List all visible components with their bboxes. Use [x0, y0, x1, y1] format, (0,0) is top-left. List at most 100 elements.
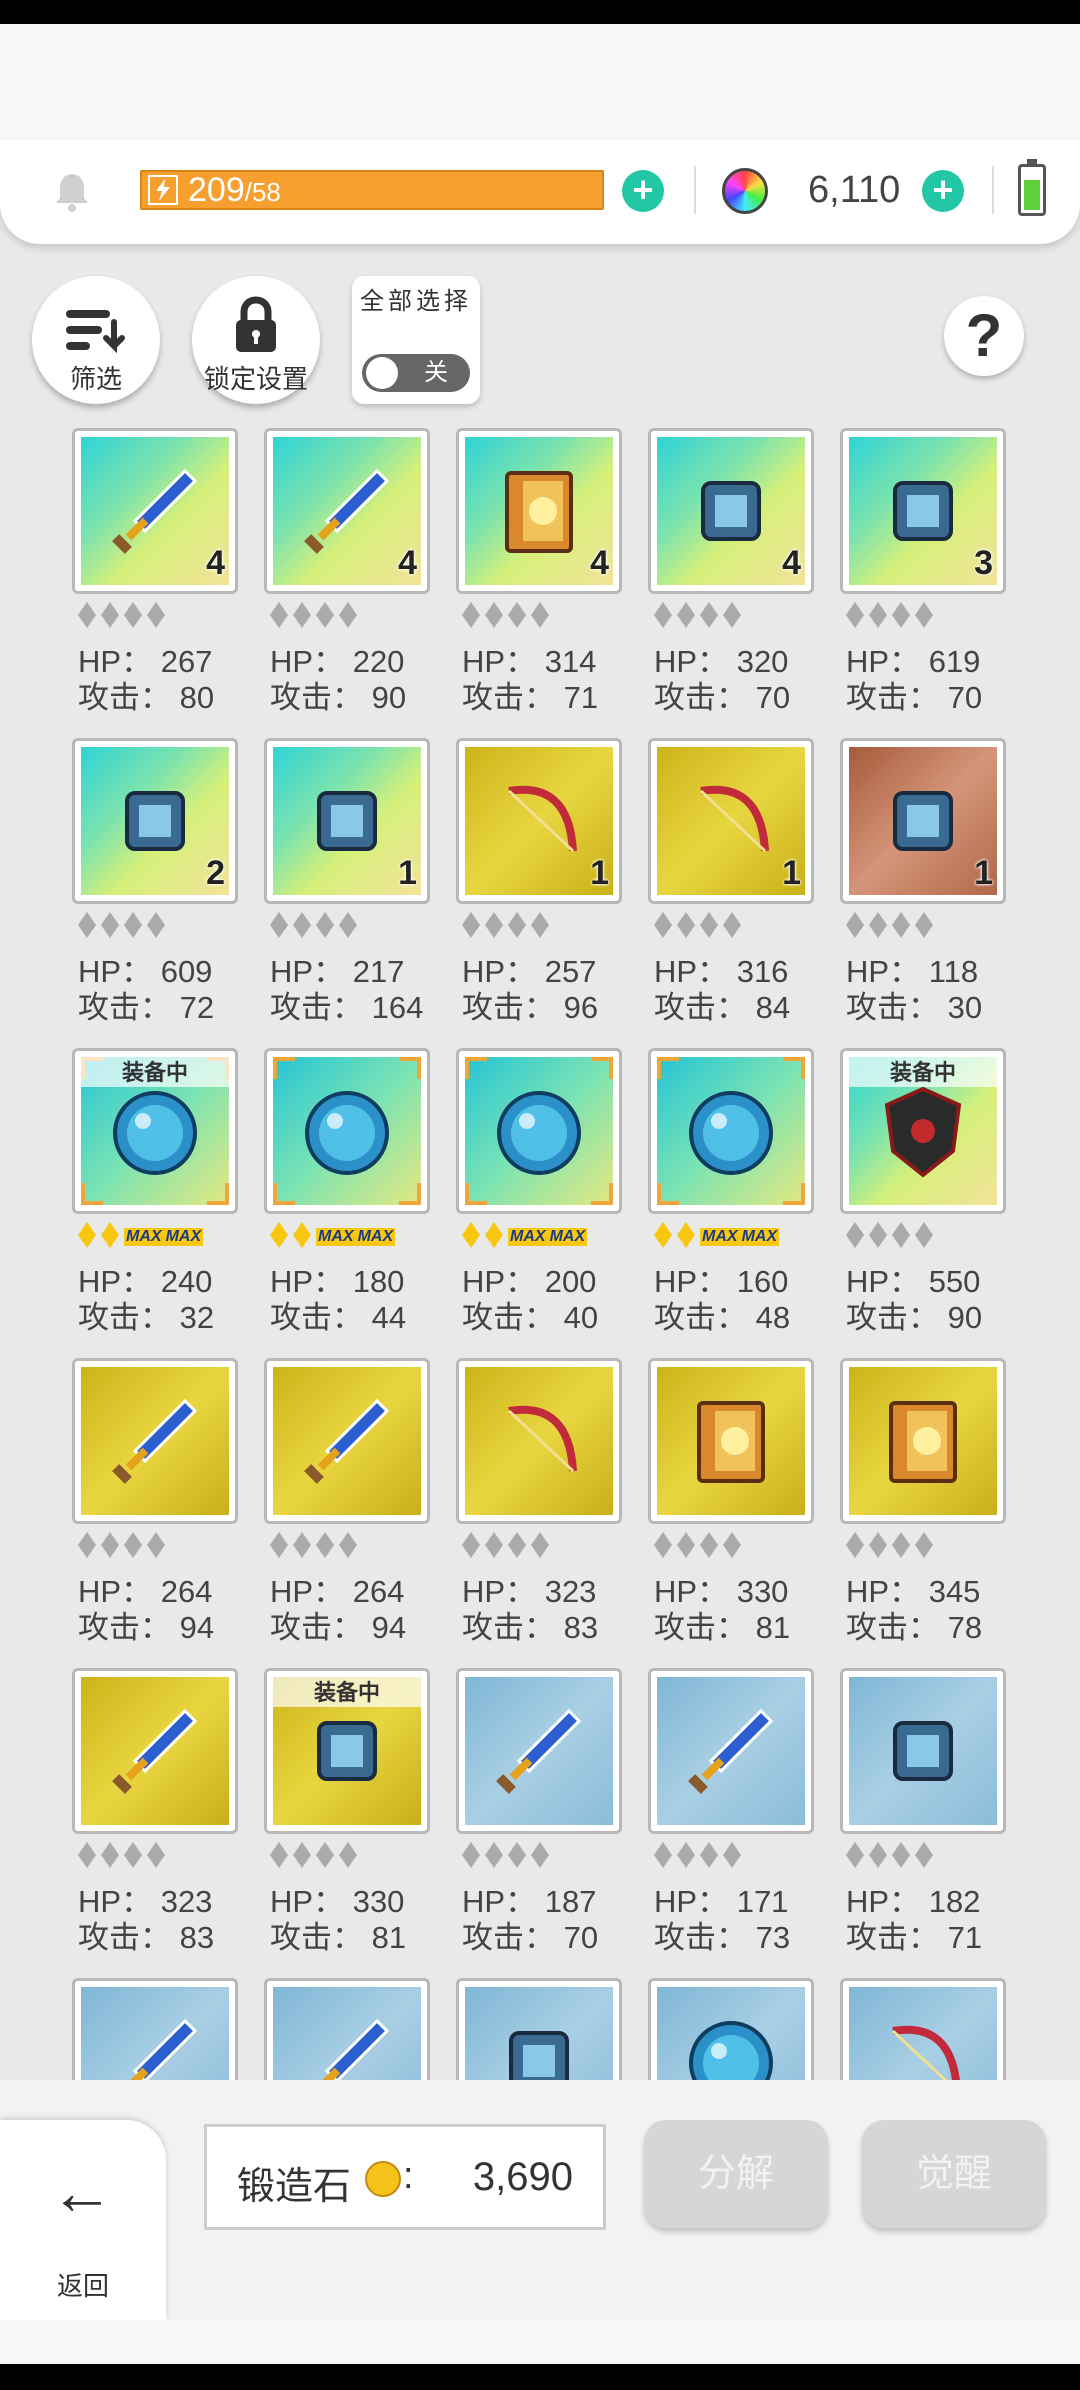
item-tile[interactable]: 4	[456, 428, 622, 594]
item-tile[interactable]: 3	[840, 428, 1006, 594]
star-icon	[316, 1532, 334, 1558]
item-cell[interactable]: HP： 323 攻击： 83	[72, 1668, 242, 1958]
item-cell[interactable]: HP： 187 攻击： 70	[456, 1668, 626, 1958]
item-cell[interactable]: 3 HP： 619 攻击： 70	[840, 428, 1010, 718]
gold-star-icon	[270, 1222, 288, 1248]
item-tile[interactable]: 1	[648, 738, 814, 904]
item-cell[interactable]: HP： 345 攻击： 78	[840, 1358, 1010, 1648]
item-tile[interactable]	[456, 1978, 622, 2080]
item-cell[interactable]: HP： 171 攻击： 73	[648, 1668, 818, 1958]
item-tile[interactable]: 装备中	[72, 1048, 238, 1214]
star-icon	[339, 912, 357, 938]
item-tile[interactable]: 装备中	[840, 1048, 1006, 1214]
star-icon	[846, 1842, 864, 1868]
select-all-toggle[interactable]: 关	[362, 354, 470, 392]
item-cell[interactable]	[264, 1978, 434, 2080]
item-cell[interactable]: HP： 182 攻击： 71	[840, 1668, 1010, 1958]
star-icon	[869, 1222, 887, 1248]
star-icon	[700, 912, 718, 938]
item-tile[interactable]: 1	[264, 738, 430, 904]
star-rating	[654, 1842, 746, 1872]
item-tile[interactable]: 4	[648, 428, 814, 594]
item-tile[interactable]	[648, 1978, 814, 2080]
awaken-button[interactable]: 觉醒	[862, 2120, 1046, 2228]
item-cell[interactable]: HP： 264 攻击： 94	[72, 1358, 242, 1648]
lock-settings-button[interactable]: 锁定设置	[192, 276, 320, 404]
add-energy-button[interactable]: +	[622, 170, 664, 212]
item-cell[interactable]: 1 HP： 217 攻击： 164	[264, 738, 434, 1028]
item-cell[interactable]: HP： 264 攻击： 94	[264, 1358, 434, 1648]
item-cell[interactable]: 1 HP： 257 攻击： 96	[456, 738, 626, 1028]
blue-orb-icon	[497, 1091, 581, 1175]
item-tile[interactable]	[456, 1668, 622, 1834]
item-cell[interactable]: 装备中 HP： 330 攻击： 81	[264, 1668, 434, 1958]
add-gems-button[interactable]: +	[922, 170, 964, 212]
item-tile[interactable]	[648, 1358, 814, 1524]
item-count-badge: 1	[782, 854, 801, 892]
back-button[interactable]: ← 返回	[0, 2120, 166, 2320]
star-icon	[915, 912, 933, 938]
star-icon	[723, 1842, 741, 1868]
item-tile[interactable]	[72, 1978, 238, 2080]
item-count-badge: 3	[974, 544, 993, 582]
item-cell[interactable]	[840, 1978, 1010, 2080]
bell-icon[interactable]	[50, 170, 94, 214]
star-icon	[654, 1842, 672, 1868]
select-all-panel: 全部选择 关	[352, 276, 480, 404]
item-cell[interactable]: MAX MAX HP： 180 攻击： 44	[264, 1048, 434, 1338]
item-cell[interactable]	[456, 1978, 626, 2080]
item-cell[interactable]: 2 HP： 609 攻击： 72	[72, 738, 242, 1028]
item-tile[interactable]	[456, 1358, 622, 1524]
item-tile[interactable]	[264, 1978, 430, 2080]
item-tile[interactable]	[456, 1048, 622, 1214]
max-badge-icon: MAX	[547, 1228, 588, 1246]
item-tile[interactable]: 2	[72, 738, 238, 904]
decompose-button[interactable]: 分解	[644, 2120, 828, 2228]
item-tile[interactable]: 1	[840, 738, 1006, 904]
item-cell[interactable]: 1 HP： 316 攻击： 84	[648, 738, 818, 1028]
forge-stone-label: 锻造石	[237, 2166, 352, 2208]
star-rating-max: MAX MAX	[462, 1222, 588, 1252]
item-tile[interactable]	[648, 1668, 814, 1834]
filter-button[interactable]: 筛选	[32, 276, 160, 404]
item-cell[interactable]: 4 HP： 220 攻击： 90	[264, 428, 434, 718]
item-tile[interactable]	[72, 1668, 238, 1834]
help-button[interactable]: ?	[944, 296, 1024, 376]
item-tile[interactable]: 装备中	[264, 1668, 430, 1834]
crossbow-icon	[507, 785, 577, 853]
item-cell[interactable]: HP： 323 攻击： 83	[456, 1358, 626, 1648]
item-tile[interactable]	[264, 1358, 430, 1524]
star-icon	[700, 602, 718, 628]
item-cell[interactable]: MAX MAX HP： 160 攻击： 48	[648, 1048, 818, 1338]
item-cell[interactable]	[72, 1978, 242, 2080]
item-cell[interactable]	[648, 1978, 818, 2080]
star-icon	[485, 1842, 503, 1868]
attack-stat: 攻击： 94	[270, 1610, 407, 1645]
potion-necklace-icon	[125, 791, 185, 851]
item-cell[interactable]: HP： 330 攻击： 81	[648, 1358, 818, 1648]
attack-stat: 攻击： 72	[78, 990, 215, 1025]
star-rating	[846, 912, 938, 942]
star-rating	[654, 1532, 746, 1562]
item-tile[interactable]	[840, 1668, 1006, 1834]
item-cell[interactable]: 4 HP： 314 攻击： 71	[456, 428, 626, 718]
item-cell[interactable]: 4 HP： 320 攻击： 70	[648, 428, 818, 718]
item-tile[interactable]	[72, 1358, 238, 1524]
star-icon	[147, 1532, 165, 1558]
item-tile[interactable]	[840, 1358, 1006, 1524]
item-tile[interactable]: 4	[72, 428, 238, 594]
item-tile[interactable]	[648, 1048, 814, 1214]
item-cell[interactable]: MAX MAX HP： 200 攻击： 40	[456, 1048, 626, 1338]
item-tile[interactable]	[840, 1978, 1006, 2080]
item-cell[interactable]: 4 HP： 267 攻击： 80	[72, 428, 242, 718]
glove-icon	[317, 1721, 377, 1781]
star-icon	[869, 912, 887, 938]
star-icon	[124, 1842, 142, 1868]
status-bar	[0, 0, 1080, 24]
item-cell[interactable]: 1 HP： 118 攻击： 30	[840, 738, 1010, 1028]
item-tile[interactable]: 1	[456, 738, 622, 904]
item-cell[interactable]: 装备中 HP： 550 攻击： 90	[840, 1048, 1010, 1338]
item-tile[interactable]	[264, 1048, 430, 1214]
item-tile[interactable]: 4	[264, 428, 430, 594]
item-cell[interactable]: 装备中 MAX MAX HP： 240 攻击： 32	[72, 1048, 242, 1338]
